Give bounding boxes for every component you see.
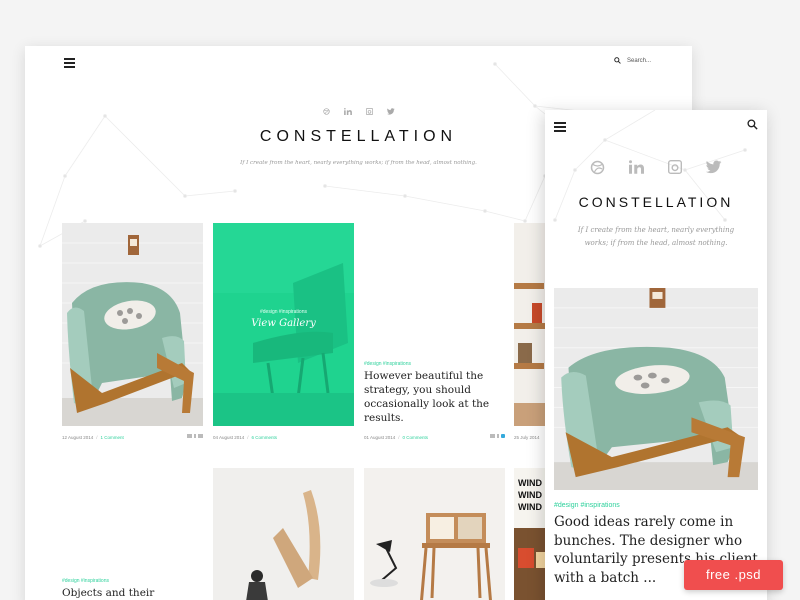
facebook-icon[interactable] bbox=[194, 434, 196, 438]
post-tags[interactable]: #design #inspirations bbox=[213, 309, 354, 315]
free-psd-badge[interactable]: free .psd bbox=[684, 560, 783, 590]
twitter-icon[interactable] bbox=[706, 160, 722, 174]
twitter-icon[interactable] bbox=[501, 434, 505, 438]
instagram-icon[interactable] bbox=[365, 108, 373, 115]
chair-photo bbox=[62, 223, 203, 426]
post-date: 12 August 2014 bbox=[62, 435, 94, 440]
post-headline[interactable]: Objects and their bbox=[62, 586, 203, 600]
search-icon bbox=[614, 57, 621, 64]
post-tags[interactable]: #design #inspirations bbox=[554, 502, 620, 509]
search-box[interactable]: Search... bbox=[614, 57, 651, 64]
post-tags[interactable]: #design #inspirations bbox=[62, 578, 109, 584]
site-tagline: If I create from the heart, nearly every… bbox=[577, 226, 735, 247]
email-icon[interactable] bbox=[187, 434, 192, 438]
twitter-icon[interactable] bbox=[198, 434, 203, 438]
email-icon[interactable] bbox=[490, 434, 495, 438]
site-title: CONSTELLATION bbox=[578, 194, 734, 210]
post-meta: 25 July 2014 bbox=[514, 435, 540, 440]
post-card[interactable] bbox=[554, 288, 758, 490]
mobile-preview: CONSTELLATION If I create from the heart… bbox=[545, 110, 767, 600]
search-input[interactable]: Search... bbox=[627, 58, 651, 64]
social-links bbox=[545, 160, 767, 175]
dribbble-icon[interactable] bbox=[590, 160, 605, 175]
dribbble-icon[interactable] bbox=[322, 108, 330, 115]
post-meta: 04 August 2014/6 Comments bbox=[213, 435, 278, 440]
linkedin-icon[interactable] bbox=[629, 160, 644, 174]
chair-photo bbox=[554, 288, 758, 490]
post-meta: 01 August 2014/0 Comments bbox=[364, 434, 505, 440]
menu-button[interactable] bbox=[64, 58, 75, 70]
linkedin-icon[interactable] bbox=[343, 108, 352, 115]
post-date: 01 August 2014 bbox=[364, 435, 396, 440]
post-card[interactable] bbox=[364, 468, 505, 600]
post-card[interactable] bbox=[213, 468, 354, 600]
menu-button[interactable] bbox=[554, 122, 566, 134]
search-icon[interactable] bbox=[747, 119, 758, 130]
comments-link[interactable]: 0 Comments bbox=[403, 435, 429, 440]
svg-text:WIND: WIND bbox=[518, 502, 542, 512]
facebook-icon[interactable] bbox=[497, 434, 499, 438]
sculpture-photo bbox=[213, 468, 354, 600]
twitter-icon[interactable] bbox=[386, 108, 395, 115]
comments-link[interactable]: 6 Comments bbox=[252, 435, 278, 440]
view-gallery-link[interactable]: View Gallery bbox=[213, 318, 354, 329]
comments-link[interactable]: 1 Comment bbox=[101, 435, 124, 440]
share-icons bbox=[187, 434, 203, 438]
post-meta: 12 August 2014/1 Comment bbox=[62, 434, 203, 440]
svg-text:WIND: WIND bbox=[518, 478, 542, 488]
post-headline[interactable]: However beautiful the strategy, you shou… bbox=[364, 369, 505, 425]
post-card[interactable] bbox=[62, 223, 203, 426]
post-date: 25 July 2014 bbox=[514, 435, 540, 440]
svg-text:WIND: WIND bbox=[518, 490, 542, 500]
post-date: 04 August 2014 bbox=[213, 435, 245, 440]
gallery-card[interactable]: #design #inspirations View Gallery bbox=[213, 223, 354, 426]
instagram-icon[interactable] bbox=[668, 160, 682, 174]
desk-photo bbox=[364, 468, 505, 600]
post-tags[interactable]: #design #inspirations bbox=[364, 361, 411, 367]
share-icons bbox=[490, 434, 505, 438]
